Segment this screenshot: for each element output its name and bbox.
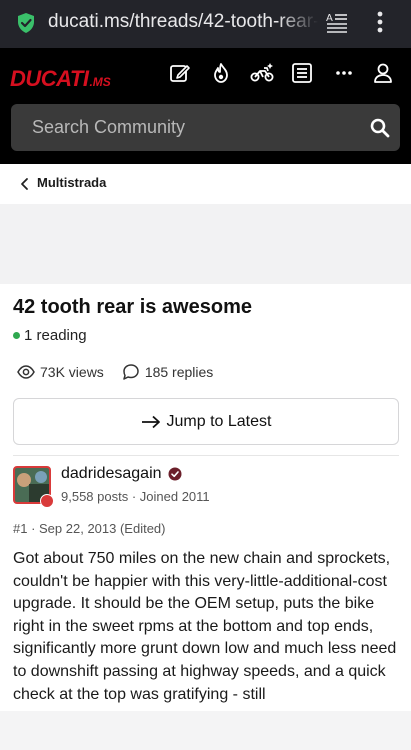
reader-mode-icon[interactable]: A xyxy=(325,10,349,34)
reading-indicator: 1 reading xyxy=(13,327,87,344)
site-logo[interactable]: DUCATI .MS xyxy=(10,66,111,92)
logo-brand: DUCATI xyxy=(10,66,89,91)
jump-label: Jump to Latest xyxy=(166,412,272,430)
logo-tld: .MS xyxy=(89,75,111,89)
user-meta: 9,558 posts · Joined 2011 xyxy=(61,489,210,504)
list-icon[interactable] xyxy=(291,62,313,84)
browser-url-bar: ducati.ms/threads/42-tooth-rear- A xyxy=(0,0,411,48)
post-author[interactable]: dadridesagain xyxy=(61,465,182,483)
motorcycle-icon[interactable] xyxy=(250,62,274,84)
more-vert-icon[interactable] xyxy=(370,8,390,36)
bottom-strip xyxy=(0,711,411,750)
divider xyxy=(13,455,399,456)
verified-badge-icon xyxy=(168,467,182,481)
post-body: Got about 750 miles on the new chain and… xyxy=(13,550,397,703)
post-meta[interactable]: #1 · Sep 22, 2013 (Edited) xyxy=(13,521,166,536)
user-icon[interactable] xyxy=(372,62,394,84)
username[interactable]: dadridesagain xyxy=(61,465,162,483)
replies-count: 185 replies xyxy=(144,364,214,380)
comment-icon xyxy=(123,364,139,380)
breadcrumb-label[interactable]: Multistrada xyxy=(37,175,106,190)
svg-text:A: A xyxy=(326,13,333,24)
url-text[interactable]: ducati.ms/threads/42-tooth-rear- xyxy=(48,8,318,36)
eye-icon xyxy=(17,365,35,379)
replies-stat: 185 replies xyxy=(122,363,214,381)
search-icon[interactable] xyxy=(369,117,391,139)
search-box xyxy=(11,104,400,151)
chevron-left-icon xyxy=(21,178,28,190)
edit-icon[interactable] xyxy=(169,62,191,84)
site-header: DUCATI .MS xyxy=(0,48,411,164)
thread-title: 42 tooth rear is awesome xyxy=(13,296,252,318)
fire-icon[interactable] xyxy=(210,62,232,84)
views-stat: 73K views xyxy=(17,363,104,381)
thread-stats: 73K views 185 replies xyxy=(17,362,231,382)
breadcrumb[interactable]: Multistrada xyxy=(0,164,411,204)
more-horizontal-icon[interactable] xyxy=(333,62,355,84)
reading-count: 1 reading xyxy=(24,327,87,344)
shield-check-icon[interactable] xyxy=(16,12,36,34)
online-dot-icon xyxy=(13,332,20,339)
rank-badge-icon xyxy=(40,494,54,508)
jump-to-latest-button[interactable]: Jump to Latest xyxy=(13,398,399,445)
search-input[interactable] xyxy=(11,104,351,151)
ad-placeholder xyxy=(0,204,411,284)
arrow-right-icon xyxy=(141,415,160,428)
views-count: 73K views xyxy=(40,364,104,380)
